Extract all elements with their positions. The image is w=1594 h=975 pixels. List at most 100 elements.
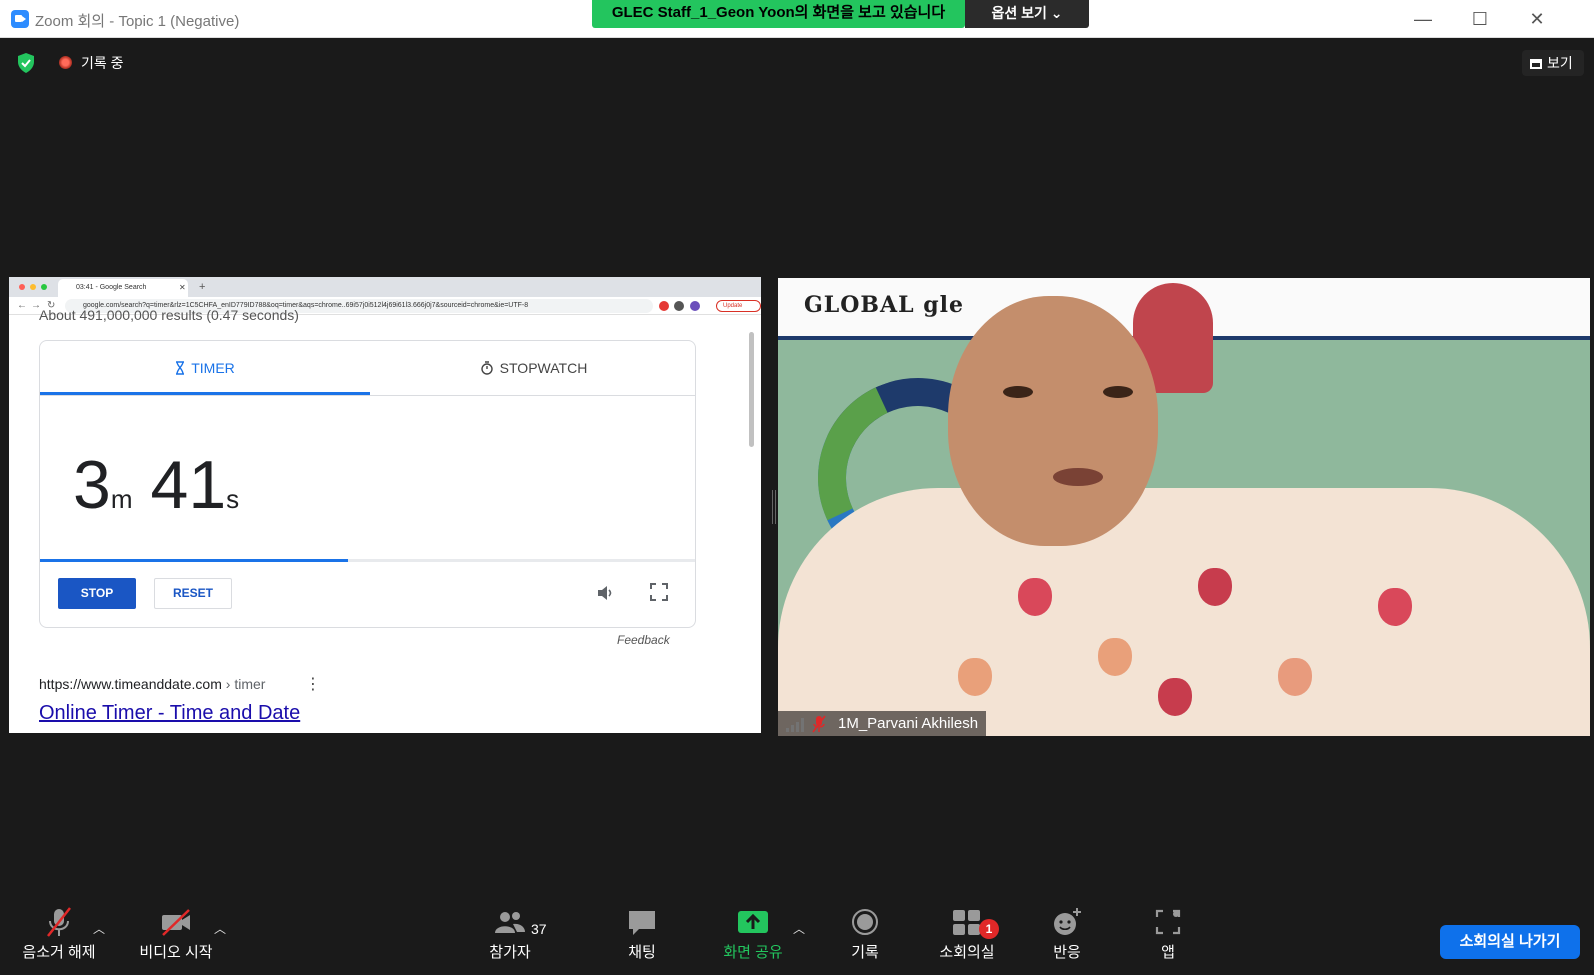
participant-eye — [1103, 386, 1133, 398]
leave-breakout-room-button[interactable]: 소회의실 나가기 — [1440, 925, 1580, 959]
chat-button[interactable]: 채팅 — [612, 905, 672, 962]
shared-screen[interactable]: 03:41 - Google Search ✕ + ← → ↻ google.c… — [9, 277, 761, 733]
tab-stopwatch[interactable]: STOPWATCH — [370, 341, 697, 395]
shirt-pattern — [958, 658, 992, 696]
sound-icon[interactable] — [595, 583, 615, 603]
meeting-toolbar: 음소거 해제 비디오 시작 참가자 채팅 화면 공유 기록 소회의실 반응 앱 — [0, 905, 1594, 975]
participant-mouth — [1053, 468, 1103, 486]
result-title-link[interactable]: Online Timer - Time and Date — [39, 702, 300, 725]
shirt-pattern — [1018, 578, 1052, 616]
video-options-chevron-icon[interactable]: ︿ — [214, 920, 226, 937]
shirt-pattern — [1098, 638, 1132, 676]
split-view-handle[interactable] — [772, 490, 776, 524]
page-scrollbar[interactable] — [749, 332, 754, 447]
stop-button[interactable]: STOP — [58, 578, 136, 609]
window-title: Zoom 회의 - Topic 1 (Negative) — [35, 13, 240, 30]
feedback-link[interactable]: Feedback — [617, 633, 670, 647]
participant-face — [948, 296, 1158, 546]
participant-video-tile[interactable]: GLOBAL gle 1M_Parvani Akhilesh — [778, 278, 1590, 736]
maximize-button[interactable]: ☐ — [1467, 6, 1493, 32]
profile-icon[interactable] — [690, 301, 700, 311]
share-screen-button[interactable]: 화면 공유 — [713, 905, 793, 962]
browser-tab-strip: 03:41 - Google Search ✕ + — [9, 277, 761, 297]
minimize-dot-icon — [30, 284, 36, 290]
record-icon — [852, 909, 878, 935]
tab-timer[interactable]: TIMER — [40, 341, 370, 395]
divider — [40, 395, 695, 396]
share-screen-label: 화면 공유 — [723, 944, 783, 961]
background-logo-text: GLOBAL gle — [804, 292, 964, 318]
zoom-logo-icon — [11, 10, 29, 28]
mic-muted-icon — [812, 715, 826, 733]
apps-button[interactable]: 앱 — [1143, 905, 1193, 962]
timer-progress-bar — [40, 559, 695, 562]
fullscreen-icon[interactable] — [650, 583, 668, 601]
unmute-label: 음소거 해제 — [22, 944, 96, 961]
view-button[interactable]: 보기 — [1522, 50, 1584, 76]
video-muted-icon — [162, 909, 190, 936]
timer-readout: 3m 41s — [73, 446, 257, 524]
result-url[interactable]: https://www.timeanddate.com › timer — [39, 676, 265, 692]
extensions-puzzle-icon[interactable] — [674, 301, 684, 311]
record-label: 기록 — [851, 944, 879, 961]
close-button[interactable]: ✕ — [1524, 6, 1550, 32]
shirt-pattern — [1278, 658, 1312, 696]
view-button-label: 보기 — [1547, 55, 1573, 71]
apps-icon — [1155, 909, 1181, 935]
start-video-button[interactable]: 비디오 시작 — [132, 905, 220, 962]
recording-label: 기록 중 — [81, 55, 124, 71]
close-dot-icon — [19, 284, 25, 290]
tab-timer-label: TIMER — [191, 360, 235, 376]
reactions-icon — [1054, 908, 1081, 935]
timer-minutes-unit: m — [110, 484, 133, 514]
browser-tab-title: 03:41 - Google Search — [76, 284, 147, 291]
more-vertical-icon[interactable]: ⋮ — [305, 674, 321, 694]
recording-dot-icon — [59, 56, 72, 69]
mic-muted-icon — [47, 907, 71, 937]
apps-label: 앱 — [1161, 944, 1175, 961]
shirt-pattern — [1198, 568, 1232, 606]
browser-tab[interactable]: 03:41 - Google Search — [58, 279, 188, 297]
timer-minutes: 3 — [73, 447, 111, 523]
breakout-rooms-icon — [953, 910, 980, 935]
breakout-notification-badge: 1 — [979, 919, 999, 939]
audio-options-chevron-icon[interactable]: ︿ — [93, 920, 105, 937]
share-options-chevron-icon[interactable]: ︿ — [793, 920, 805, 937]
grid-view-icon — [1530, 59, 1542, 69]
extension-icon[interactable] — [659, 301, 669, 311]
shirt-pattern — [1378, 588, 1412, 626]
participant-eye — [1003, 386, 1033, 398]
result-url-path: › timer — [221, 676, 266, 692]
timer-progress-fill — [40, 559, 348, 562]
minimize-button[interactable]: — — [1410, 6, 1436, 32]
reset-button[interactable]: RESET — [154, 578, 232, 609]
chat-icon — [629, 911, 655, 935]
reactions-label: 반응 — [1053, 944, 1081, 961]
timer-widget: TIMER STOPWATCH 3m 41s STOP RESET — [39, 340, 696, 628]
participant-name: 1M_Parvani Akhilesh — [838, 715, 979, 732]
record-button[interactable]: 기록 — [835, 905, 895, 962]
share-screen-icon — [738, 911, 768, 933]
stopwatch-icon — [480, 361, 493, 375]
zoom-dot-icon — [41, 284, 47, 290]
participants-count: 37 — [531, 921, 547, 937]
participants-label: 참가자 — [489, 944, 531, 961]
security-shield-icon[interactable] — [16, 52, 36, 74]
view-options-button[interactable]: 옵션 보기 ⌄ — [965, 0, 1089, 28]
update-button[interactable]: Update — [716, 300, 761, 312]
tab-close-icon[interactable]: ✕ — [179, 283, 186, 292]
timer-seconds: 41 — [150, 447, 227, 523]
new-tab-icon[interactable]: + — [199, 281, 205, 293]
reactions-button[interactable]: 반응 — [1037, 905, 1097, 962]
result-url-host: https://www.timeanddate.com — [39, 676, 222, 692]
participants-icon — [495, 912, 525, 933]
shirt-pattern — [1158, 678, 1192, 716]
results-count: About 491,000,000 results (0.47 seconds) — [39, 307, 299, 323]
back-icon[interactable]: ← — [17, 300, 27, 311]
zoom-meeting-window: Zoom 회의 - Topic 1 (Negative) — ☐ ✕ GLEC … — [0, 0, 1594, 975]
timer-seconds-unit: s — [226, 484, 240, 514]
screen-share-banner: GLEC Staff_1_Geon Yoon의 화면을 보고 있습니다 — [592, 0, 965, 28]
unmute-button[interactable]: 음소거 해제 — [15, 905, 103, 962]
hourglass-icon — [176, 361, 185, 375]
tab-stopwatch-label: STOPWATCH — [499, 360, 588, 376]
